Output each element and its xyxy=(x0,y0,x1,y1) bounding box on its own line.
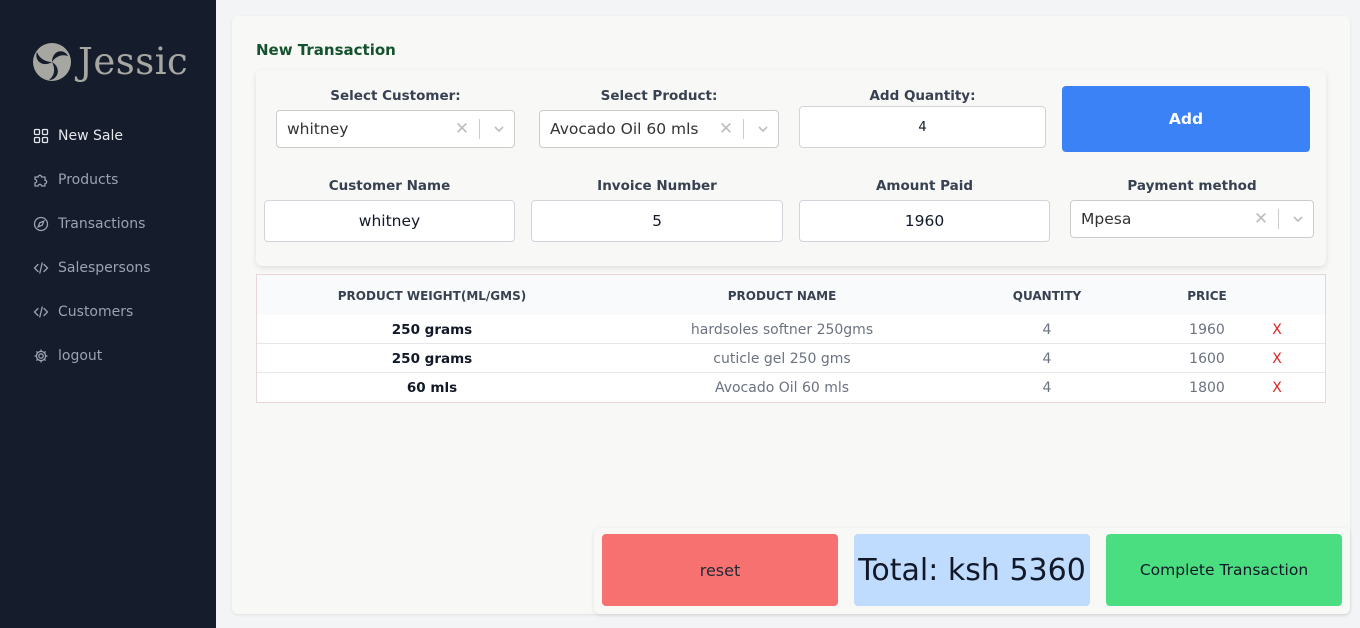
app-logo[interactable]: Jessic xyxy=(32,40,188,84)
clear-icon[interactable]: ✕ xyxy=(449,119,475,139)
sidebar-item-label: Customers xyxy=(58,304,134,320)
cell-quantity: 4 xyxy=(1042,351,1052,367)
remove-item-button[interactable]: X xyxy=(1267,380,1287,396)
remove-item-button[interactable]: X xyxy=(1267,322,1287,338)
payment-method-value: Mpesa xyxy=(1081,210,1132,228)
clear-icon[interactable]: ✕ xyxy=(713,119,739,139)
table-row: 250 grams cuticle gel 250 gms 4 1600 X xyxy=(257,344,1325,373)
customer-name-input[interactable]: whitney xyxy=(264,200,515,242)
sidebar: Jessic New Sale Products Transactions Sa… xyxy=(0,0,216,628)
sidebar-item-logout[interactable]: logout xyxy=(33,346,151,366)
invoice-number-label: Invoice Number xyxy=(597,178,717,194)
add-quantity-label: Add Quantity: xyxy=(869,88,976,104)
cell-quantity: 4 xyxy=(1042,380,1052,396)
invoice-number-input[interactable]: 5 xyxy=(531,200,783,242)
cell-product-name: cuticle gel 250 gms xyxy=(713,351,851,367)
sidebar-item-new-sale[interactable]: New Sale xyxy=(33,126,151,146)
select-separator xyxy=(1278,209,1279,229)
add-button[interactable]: Add xyxy=(1062,86,1310,152)
sidebar-item-transactions[interactable]: Transactions xyxy=(33,214,151,234)
chevron-down-icon[interactable] xyxy=(748,122,778,136)
payment-method-label: Payment method xyxy=(1127,178,1257,194)
column-header-name: PRODUCT NAME xyxy=(727,289,837,303)
sidebar-item-label: logout xyxy=(58,348,103,364)
sidebar-item-customers[interactable]: Customers xyxy=(33,302,151,322)
column-header-price: PRICE xyxy=(1187,289,1227,303)
cell-price: 1800 xyxy=(1189,380,1225,396)
table-row: 250 grams hardsoles softner 250gms 4 196… xyxy=(257,315,1325,344)
select-product-dropdown[interactable]: Avocado Oil 60 mls ✕ xyxy=(539,110,779,148)
cell-quantity: 4 xyxy=(1042,322,1052,338)
remove-item-button[interactable]: X xyxy=(1267,351,1287,367)
cell-product-name: Avocado Oil 60 mls xyxy=(714,380,850,396)
select-separator xyxy=(743,119,744,139)
select-customer-dropdown[interactable]: whitney ✕ xyxy=(276,110,515,148)
amount-paid-label: Amount Paid xyxy=(875,178,974,194)
chevron-down-icon[interactable] xyxy=(1283,212,1313,226)
sidebar-item-label: Products xyxy=(58,172,119,188)
customer-name-label: Customer Name xyxy=(328,178,451,194)
grid-icon xyxy=(33,128,49,144)
code-icon xyxy=(33,304,49,320)
cell-price: 1600 xyxy=(1189,351,1225,367)
code-icon xyxy=(33,260,49,276)
complete-transaction-button[interactable]: Complete Transaction xyxy=(1106,534,1342,606)
table-row: 60 mls Avocado Oil 60 mls 4 1800 X xyxy=(257,373,1325,402)
puzzle-icon xyxy=(33,172,49,188)
chevron-down-icon[interactable] xyxy=(484,122,514,136)
select-customer-label: Select Customer: xyxy=(330,88,461,104)
logo-text: Jessic xyxy=(78,40,189,83)
cell-product-name: hardsoles softner 250gms xyxy=(690,322,874,338)
sidebar-item-salespersons[interactable]: Salespersons xyxy=(33,258,151,278)
sidebar-item-products[interactable]: Products xyxy=(33,170,151,190)
compass-icon xyxy=(33,216,49,232)
select-separator xyxy=(479,119,480,139)
transaction-items-table: PRODUCT WEIGHT(ML/GMS) PRODUCT NAME QUAN… xyxy=(256,274,1326,403)
transaction-form: Select Customer: whitney ✕ Select Produc… xyxy=(256,70,1326,266)
total-display: Total: ksh 5360 xyxy=(854,534,1090,606)
select-product-label: Select Product: xyxy=(600,88,718,104)
quantity-input[interactable]: 4 xyxy=(799,106,1046,148)
table-header: PRODUCT WEIGHT(ML/GMS) PRODUCT NAME QUAN… xyxy=(257,275,1325,315)
amount-paid-input[interactable]: 1960 xyxy=(799,200,1050,242)
main-panel: New Transaction Select Customer: whitney… xyxy=(232,16,1350,614)
sidebar-item-label: Transactions xyxy=(58,216,146,232)
sidebar-item-label: New Sale xyxy=(58,128,123,144)
payment-method-dropdown[interactable]: Mpesa ✕ xyxy=(1070,200,1314,238)
column-header-quantity: QUANTITY xyxy=(1012,289,1082,303)
cell-weight: 250 grams xyxy=(391,322,473,338)
select-customer-value: whitney xyxy=(287,120,349,138)
select-product-value: Avocado Oil 60 mls xyxy=(550,120,699,138)
sidebar-item-label: Salespersons xyxy=(58,260,151,276)
page-title: New Transaction xyxy=(256,41,396,59)
clear-icon[interactable]: ✕ xyxy=(1248,209,1274,229)
gear-icon xyxy=(33,348,49,364)
cell-weight: 60 mls xyxy=(406,380,458,396)
sidebar-nav: New Sale Products Transactions Salespers… xyxy=(33,126,151,390)
logo-mark-icon xyxy=(33,43,71,81)
reset-button[interactable]: reset xyxy=(602,534,838,606)
column-header-weight: PRODUCT WEIGHT(ML/GMS) xyxy=(337,289,527,303)
cell-weight: 250 grams xyxy=(391,351,473,367)
cell-price: 1960 xyxy=(1189,322,1225,338)
transaction-footer: reset Total: ksh 5360 Complete Transacti… xyxy=(594,528,1350,614)
